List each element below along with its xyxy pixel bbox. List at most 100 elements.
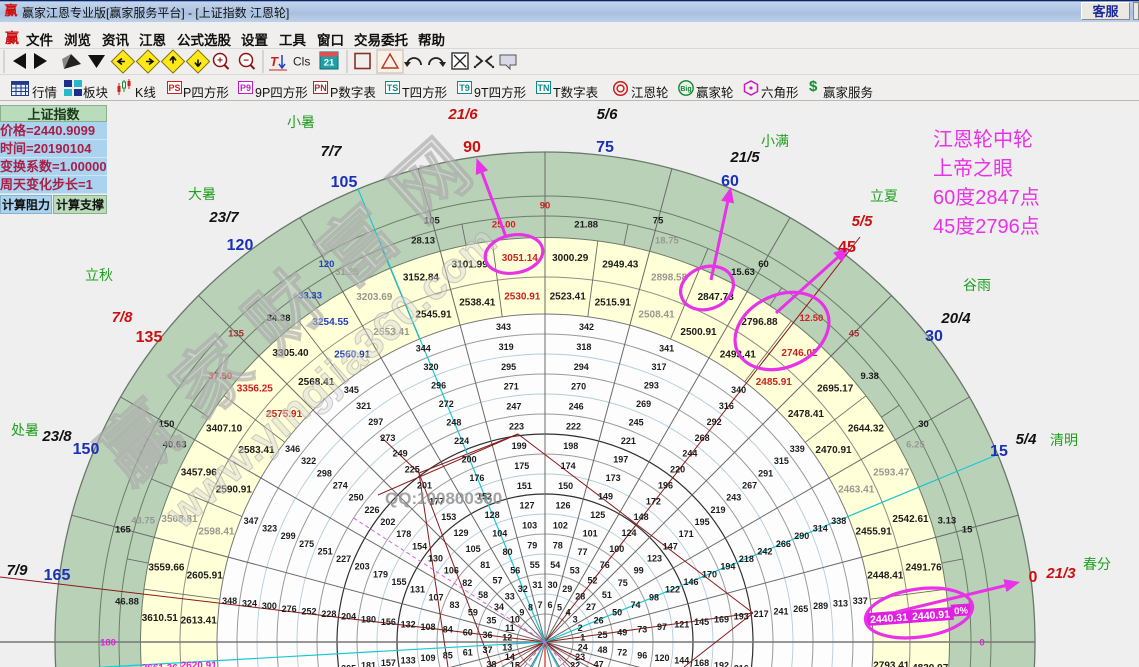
svg-text:150: 150: [558, 481, 573, 491]
svg-text:75: 75: [618, 578, 628, 588]
svg-text:2949.43: 2949.43: [602, 259, 639, 270]
svg-text:151: 151: [517, 481, 532, 491]
svg-text:45度2796点: 45度2796点: [933, 215, 1040, 238]
svg-text:72: 72: [617, 648, 627, 658]
svg-text:2508.41: 2508.41: [638, 309, 675, 320]
svg-text:274: 274: [333, 480, 348, 490]
svg-text:3: 3: [573, 614, 578, 624]
svg-text:276: 276: [282, 604, 297, 614]
svg-text:立夏: 立夏: [870, 188, 898, 204]
svg-text:265: 265: [793, 604, 808, 614]
svg-text:29: 29: [562, 584, 572, 594]
svg-text:347: 347: [244, 516, 259, 526]
svg-text:144: 144: [674, 656, 689, 666]
svg-text:146: 146: [683, 577, 698, 587]
svg-text:204: 204: [341, 612, 356, 622]
svg-text:218: 218: [739, 554, 754, 564]
svg-text:250: 250: [349, 493, 364, 503]
svg-text:98: 98: [649, 592, 659, 602]
svg-text:15.63: 15.63: [731, 267, 755, 278]
svg-text:244: 244: [682, 449, 697, 459]
svg-text:2695.17: 2695.17: [817, 384, 854, 395]
svg-text:46.88: 46.88: [115, 596, 139, 607]
svg-text:30: 30: [548, 580, 558, 590]
svg-text:314: 314: [813, 524, 828, 534]
svg-text:103: 103: [522, 521, 537, 531]
svg-text:199: 199: [512, 441, 527, 451]
svg-text:60: 60: [463, 627, 473, 637]
svg-text:341: 341: [659, 344, 674, 354]
svg-text:5/4: 5/4: [1016, 431, 1038, 448]
svg-text:267: 267: [742, 480, 757, 490]
svg-text:228: 228: [321, 609, 336, 619]
svg-text:251: 251: [318, 546, 333, 556]
svg-text:58: 58: [478, 590, 488, 600]
svg-text:165: 165: [115, 524, 132, 535]
svg-text:75: 75: [653, 215, 664, 226]
svg-text:2593.47: 2593.47: [873, 467, 910, 478]
svg-text:170: 170: [702, 569, 717, 579]
svg-text:220: 220: [670, 465, 685, 475]
svg-text:175: 175: [514, 461, 529, 471]
svg-text:37: 37: [482, 645, 492, 655]
svg-text:318: 318: [576, 342, 591, 352]
svg-text:131: 131: [410, 585, 425, 595]
svg-text:317: 317: [651, 362, 666, 372]
svg-text:153: 153: [441, 512, 456, 522]
svg-text:273: 273: [380, 433, 395, 443]
svg-text:4830.97: 4830.97: [912, 663, 949, 667]
svg-text:34: 34: [494, 602, 504, 612]
svg-text:205: 205: [341, 663, 356, 667]
svg-text:8: 8: [528, 602, 533, 612]
svg-text:30: 30: [925, 328, 943, 345]
svg-text:343: 343: [496, 322, 511, 332]
svg-text:2530.91: 2530.91: [504, 292, 541, 303]
svg-text:处暑: 处暑: [11, 422, 39, 438]
svg-text:33: 33: [505, 592, 515, 602]
svg-text:2613.41: 2613.41: [181, 615, 218, 626]
svg-text:99: 99: [634, 566, 644, 576]
svg-text:45: 45: [849, 329, 860, 340]
svg-text:2796.88: 2796.88: [741, 317, 778, 328]
svg-text:江恩轮中轮: 江恩轮中轮: [933, 128, 1033, 151]
svg-text:106: 106: [444, 566, 459, 576]
svg-text:197: 197: [613, 455, 628, 465]
svg-text:195: 195: [695, 517, 710, 527]
svg-text:6: 6: [547, 600, 552, 610]
svg-text:51: 51: [602, 590, 612, 600]
svg-text:21/6: 21/6: [447, 106, 478, 123]
svg-text:313: 313: [833, 599, 848, 609]
svg-text:245: 245: [629, 418, 644, 428]
svg-text:269: 269: [636, 399, 651, 409]
svg-text:319: 319: [499, 342, 514, 352]
svg-text:小满: 小满: [761, 133, 789, 149]
svg-text:252: 252: [301, 606, 316, 616]
svg-text:2455.91: 2455.91: [856, 527, 893, 538]
svg-text:春分: 春分: [1083, 556, 1111, 572]
svg-text:3610.51: 3610.51: [142, 613, 179, 624]
svg-text:上帝之眼: 上帝之眼: [933, 157, 1013, 180]
svg-text:216: 216: [734, 663, 749, 667]
svg-text:126: 126: [555, 501, 570, 511]
svg-text:30: 30: [918, 419, 929, 430]
svg-text:340: 340: [731, 385, 746, 395]
svg-text:15: 15: [962, 524, 973, 535]
svg-text:149: 149: [598, 492, 613, 502]
svg-text:203: 203: [355, 562, 370, 572]
svg-text:337: 337: [853, 596, 868, 606]
svg-text:179: 179: [373, 569, 388, 579]
svg-text:102: 102: [553, 521, 568, 531]
svg-text:45: 45: [838, 239, 856, 256]
svg-text:348: 348: [222, 596, 237, 606]
svg-text:275: 275: [299, 539, 314, 549]
svg-text:125: 125: [590, 510, 605, 520]
svg-text:3051.14: 3051.14: [502, 253, 539, 264]
svg-text:2470.91: 2470.91: [815, 445, 852, 456]
svg-text:227: 227: [336, 554, 351, 564]
svg-text:23: 23: [575, 652, 585, 662]
svg-text:3000.29: 3000.29: [552, 253, 589, 264]
svg-text:157: 157: [381, 658, 396, 667]
svg-text:21.88: 21.88: [574, 220, 598, 231]
svg-text:323: 323: [262, 524, 277, 534]
svg-text:2542.61: 2542.61: [892, 514, 929, 525]
